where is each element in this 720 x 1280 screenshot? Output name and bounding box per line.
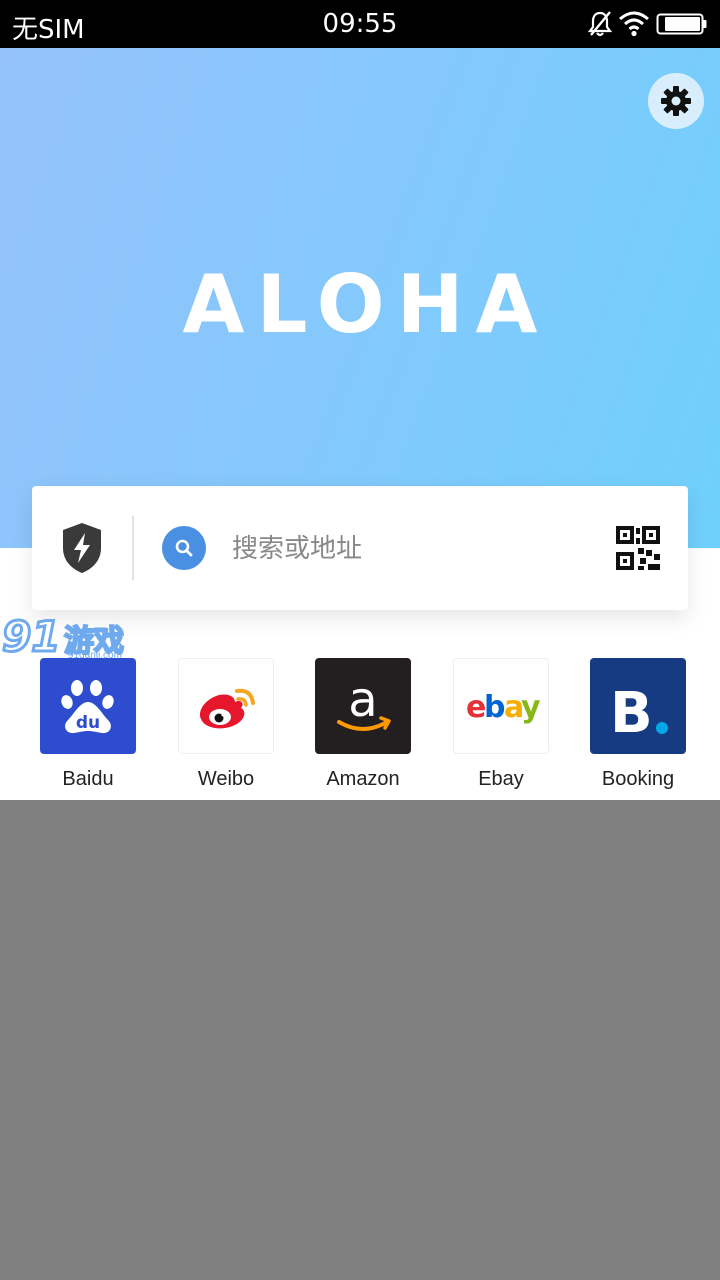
- status-bar: 无SIM 09:55: [0, 0, 720, 48]
- shortcut-label: Booking: [601, 768, 675, 790]
- svg-text:y: y: [521, 690, 541, 725]
- qr-code-icon[interactable]: [614, 524, 662, 572]
- search-input[interactable]: [232, 531, 592, 567]
- search-bar: [32, 486, 688, 610]
- shortcut-booking[interactable]: B Booking: [578, 658, 698, 798]
- svg-text:a: a: [504, 690, 522, 725]
- shortcut-label: Ebay: [478, 768, 524, 790]
- search-icon: [175, 539, 193, 557]
- wifi-icon: [619, 11, 649, 37]
- shortcut-label: Baidu: [62, 768, 114, 790]
- svg-text:b: b: [484, 690, 505, 725]
- status-icons: [588, 10, 708, 38]
- shortcut-weibo[interactable]: Weibo: [166, 658, 286, 798]
- amazon-icon: a: [315, 658, 411, 754]
- baidu-icon: du: [40, 658, 136, 754]
- booking-icon: B: [590, 658, 686, 754]
- aloha-browser-home: 无SIM 09:55 ALOHA 搜索或地址 91 游戏 91danji.com…: [0, 0, 720, 1280]
- shortcut-amazon[interactable]: a Amazon: [303, 658, 423, 798]
- mute-bell-icon: [588, 11, 612, 37]
- shortcut-label: Weibo: [197, 768, 255, 790]
- shortcut-baidu[interactable]: du Baidu: [28, 658, 148, 798]
- settings-button[interactable]: [648, 73, 704, 129]
- shortcut-ebay[interactable]: e b a y Ebay: [441, 658, 561, 798]
- gear-icon: [661, 86, 691, 116]
- weibo-icon: [178, 658, 274, 754]
- battery-icon: [656, 13, 707, 35]
- search-divider: [132, 516, 134, 580]
- aloha-logo: ALOHA: [182, 258, 550, 351]
- svg-text:a: a: [348, 672, 377, 728]
- search-button[interactable]: [162, 526, 206, 570]
- svg-text:B: B: [610, 681, 653, 746]
- loading-overlay: [0, 800, 720, 1280]
- shortcut-label: Amazon: [326, 768, 400, 790]
- watermark-number: 91: [0, 611, 61, 663]
- svg-text:e: e: [466, 690, 485, 725]
- svg-text:du: du: [76, 713, 100, 733]
- ebay-icon: e b a y: [453, 658, 549, 754]
- shield-lightning-icon[interactable]: [60, 521, 104, 575]
